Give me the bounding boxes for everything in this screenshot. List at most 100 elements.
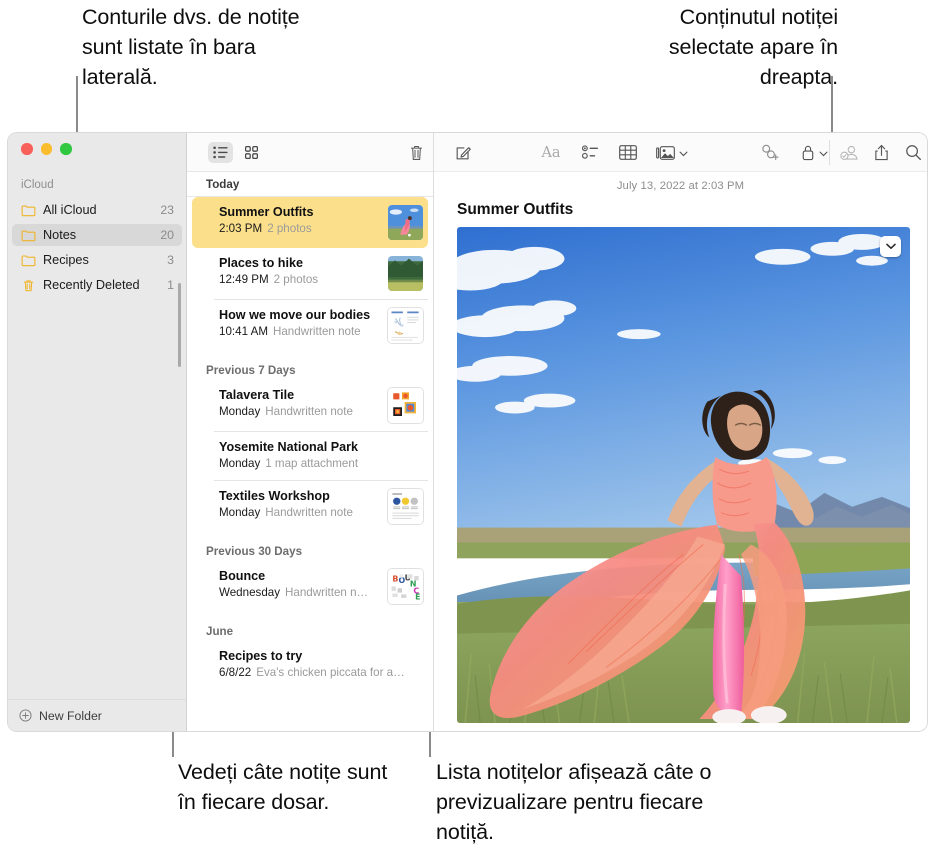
sidebar-item-count: 23 xyxy=(160,203,174,217)
note-list-toolbar xyxy=(187,133,433,172)
note-text: Recipes to try 6/8/22 Eva's chicken picca… xyxy=(219,648,423,681)
media-button[interactable] xyxy=(655,142,689,163)
note-text: Places to hike 12:49 PM2 photos xyxy=(219,255,388,288)
svg-text:E: E xyxy=(415,593,420,602)
note-time: 12:49 PM xyxy=(219,273,269,286)
note-preview: Handwritten n… xyxy=(285,586,368,599)
note-meta: Monday 1 map attachment xyxy=(219,456,417,472)
note-preview: 1 map attachment xyxy=(265,457,358,470)
note-group-header-previous-30-days: Previous 30 Days xyxy=(187,532,433,561)
note-thumbnail-photo-forest xyxy=(388,256,423,291)
window-controls xyxy=(21,143,72,155)
note-time: 6/8/22 xyxy=(219,666,251,679)
list-view-icon[interactable] xyxy=(208,142,233,163)
note-meta: 12:49 PM 2 photos xyxy=(219,272,382,288)
link-icon[interactable] xyxy=(758,142,782,163)
note-title: Talavera Tile xyxy=(219,387,382,403)
note-list-item-textiles-workshop[interactable]: Textiles Workshop Monday Handwritten note xyxy=(192,481,428,532)
checklist-icon[interactable] xyxy=(579,142,601,163)
delete-note-button[interactable] xyxy=(406,141,426,163)
note-preview: Eva's chicken piccata for a… xyxy=(256,666,405,679)
callout-bottom-left: Vedeți câte notițe sunt în fiecare dosar… xyxy=(178,757,398,817)
sidebar-folder-list: All iCloud 23 Notes 20 Recipes 3 xyxy=(12,199,182,299)
note-list-item-summer-outfits[interactable]: Summer Outfits 2:03 PM 2 photos xyxy=(192,197,428,248)
folder-icon xyxy=(21,228,36,243)
note-time: Monday xyxy=(219,506,260,519)
callout-top-right: Conținutul notiței selectate apare în dr… xyxy=(596,2,838,92)
sidebar-item-all-icloud[interactable]: All iCloud 23 xyxy=(12,199,182,221)
gallery-view-icon[interactable] xyxy=(239,142,264,163)
sidebar-item-notes[interactable]: Notes 20 xyxy=(12,224,182,246)
note-list-column: Today Summer Outfits 2:03 PM2 photos xyxy=(187,133,434,731)
note-group-header-previous-7-days: Previous 7 Days xyxy=(187,351,433,380)
note-title: How we move our bodies xyxy=(219,307,382,323)
note-text: Summer Outfits 2:03 PM 2 photos xyxy=(219,204,388,237)
note-meta: Monday Handwritten note xyxy=(219,404,382,420)
note-title: Recipes to try xyxy=(219,648,417,664)
share-icon[interactable] xyxy=(871,142,891,163)
toolbar-divider xyxy=(829,140,830,165)
notes-app-window: iCloud All iCloud 23 Notes 20 xyxy=(8,133,927,731)
note-photo[interactable] xyxy=(457,227,910,723)
note-time: Wednesday xyxy=(219,586,280,599)
chevron-down-icon xyxy=(819,144,828,162)
note-list-item-places-to-hike[interactable]: Places to hike 12:49 PM2 photos xyxy=(192,248,428,299)
note-time: Monday xyxy=(219,457,260,470)
sidebar-item-label: Notes xyxy=(43,228,160,242)
lock-button[interactable] xyxy=(799,142,829,163)
svg-text:B: B xyxy=(392,574,398,583)
new-folder-button[interactable]: New Folder xyxy=(8,699,187,731)
note-thumbnail-photo-model xyxy=(388,205,423,240)
note-text: Yosemite National Park Monday 1 map attac… xyxy=(219,439,423,472)
compose-icon[interactable] xyxy=(452,142,474,163)
close-button[interactable] xyxy=(21,143,33,155)
note-thumbnail-doc-swatch xyxy=(388,489,423,524)
search-icon[interactable] xyxy=(903,142,923,163)
note-preview: 2 photos xyxy=(267,222,311,235)
note-list-item-bounce[interactable]: Bounce WednesdayHandwritten n… B O U xyxy=(192,561,428,612)
note-title: Summer Outfits xyxy=(219,204,382,220)
note-thumbnail-bounce: B O U N C E xyxy=(388,569,423,604)
note-group-header-june: June xyxy=(187,612,433,641)
note-heading: Summer Outfits xyxy=(434,192,927,227)
note-text: How we move our bodies 10:41 AMHandwritt… xyxy=(219,307,388,340)
sidebar-item-label: Recipes xyxy=(43,253,167,267)
photo-options-button[interactable] xyxy=(880,236,901,257)
sidebar-account-label: iCloud xyxy=(21,179,54,191)
note-preview: Handwritten note xyxy=(265,405,353,418)
note-title: Yosemite National Park xyxy=(219,439,417,455)
format-aa-icon[interactable]: Aa xyxy=(539,142,563,163)
note-list-item-talavera-tile[interactable]: Talavera Tile Monday Handwritten note xyxy=(192,380,428,431)
note-preview: Handwritten note xyxy=(265,506,353,519)
note-time: Monday xyxy=(219,405,260,418)
callout-bottom-right: Lista notițelor afișează câte o previzua… xyxy=(436,757,746,847)
trash-icon xyxy=(21,278,36,293)
table-icon[interactable] xyxy=(617,142,639,163)
note-list-item-yosemite-national-park[interactable]: Yosemite National Park Monday 1 map attac… xyxy=(192,432,428,480)
sidebar-item-recently-deleted[interactable]: Recently Deleted 1 xyxy=(12,274,182,296)
note-detail-toolbar: Aa xyxy=(434,133,927,172)
new-folder-label: New Folder xyxy=(39,709,102,723)
note-text: Talavera Tile Monday Handwritten note xyxy=(219,387,388,420)
zoom-button[interactable] xyxy=(60,143,72,155)
minimize-button[interactable] xyxy=(41,143,53,155)
note-time: 2:03 PM xyxy=(219,222,262,235)
note-meta: 10:41 AMHandwritten note xyxy=(219,324,382,340)
sidebar-item-recipes[interactable]: Recipes 3 xyxy=(12,249,182,271)
note-preview: Handwritten note xyxy=(273,325,361,338)
folder-icon xyxy=(21,203,36,218)
sidebar-scrollbar[interactable] xyxy=(178,283,181,367)
note-preview: 2 photos xyxy=(274,273,318,286)
note-list-scroll-area: Summer Outfits 2:03 PM 2 photos xyxy=(187,197,433,731)
note-title: Bounce xyxy=(219,568,382,584)
sidebar-item-count: 3 xyxy=(167,253,174,267)
sidebar-item-label: Recently Deleted xyxy=(43,278,167,292)
add-person-icon[interactable] xyxy=(837,142,861,163)
sidebar: iCloud All iCloud 23 Notes 20 xyxy=(8,133,187,731)
chevron-down-icon xyxy=(679,144,688,162)
note-meta: Monday Handwritten note xyxy=(219,505,382,521)
note-title: Textiles Workshop xyxy=(219,488,382,504)
note-list-item-recipes-to-try[interactable]: Recipes to try 6/8/22 Eva's chicken picca… xyxy=(192,641,428,689)
note-thumbnail-tiles xyxy=(388,388,423,423)
note-list-item-how-we-move-our-bodies[interactable]: How we move our bodies 10:41 AMHandwritt… xyxy=(192,300,428,351)
